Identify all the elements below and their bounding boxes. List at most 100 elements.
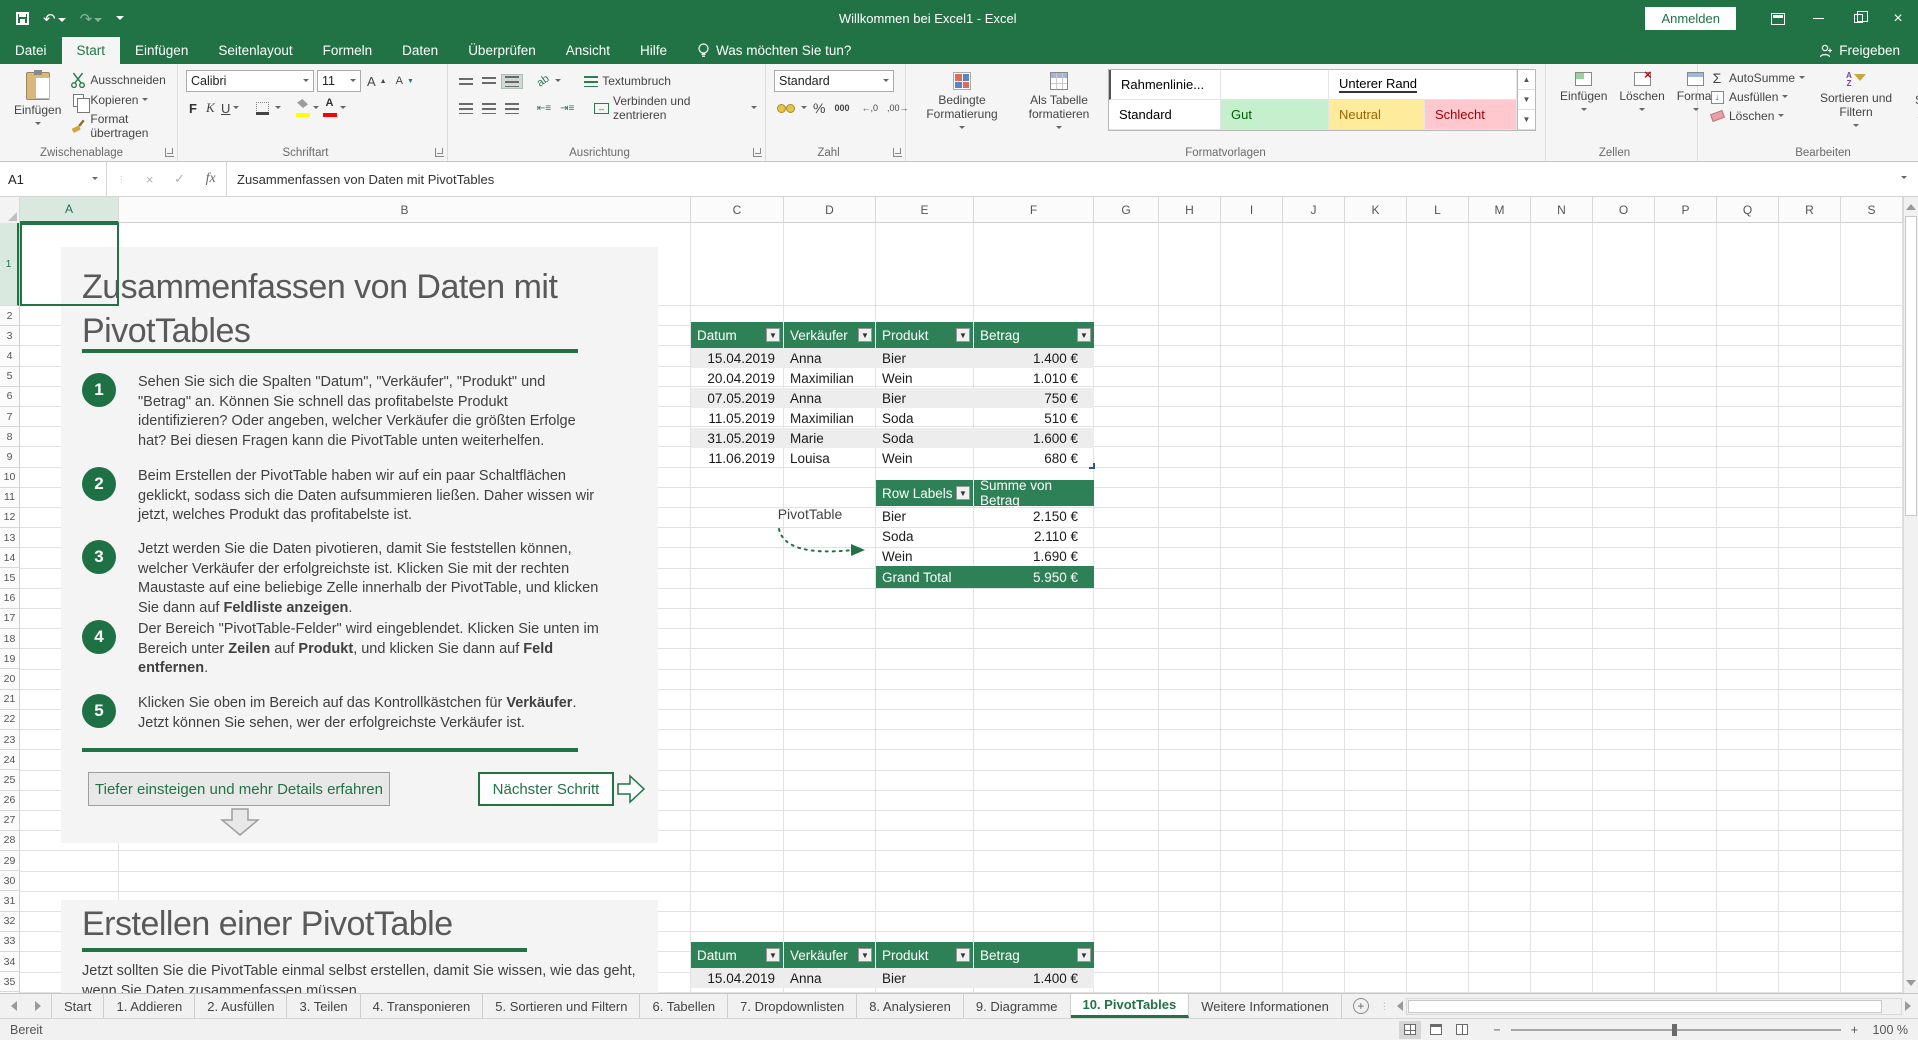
cell-style-Standard[interactable]: Standard xyxy=(1109,100,1221,130)
row-header-17[interactable]: 17 xyxy=(0,609,19,629)
row-header-26[interactable]: 26 xyxy=(0,791,19,811)
increase-font-icon[interactable]: A▲ xyxy=(364,73,390,90)
row-header-1[interactable]: 1 xyxy=(0,223,19,306)
clear-button[interactable]: Löschen xyxy=(1706,107,1808,125)
sheet-tab-6-tabellen[interactable]: 6. Tabellen xyxy=(640,994,728,1018)
column-header-S[interactable]: S xyxy=(1841,197,1903,223)
table-header-produkt[interactable]: Produkt▼ xyxy=(876,942,974,968)
column-header-A[interactable]: A xyxy=(20,197,119,223)
scroll-up-icon[interactable] xyxy=(1904,197,1918,215)
row-header-24[interactable]: 24 xyxy=(0,750,19,770)
orientation-button[interactable]: ab xyxy=(532,70,555,92)
sheet-tab-4-transponieren[interactable]: 4. Transponieren xyxy=(361,994,484,1018)
clipboard-dialog-launcher[interactable] xyxy=(165,148,174,157)
sheet-tab-9-diagramme[interactable]: 9. Diagramme xyxy=(964,994,1071,1018)
row-header-27[interactable]: 27 xyxy=(0,811,19,831)
row-header-23[interactable]: 23 xyxy=(0,730,19,750)
gallery-scroll-down-icon[interactable]: ▼ xyxy=(1518,90,1535,110)
table-header-betrag[interactable]: Betrag▼ xyxy=(974,942,1094,968)
table-row[interactable]: 20.04.2019MaximilianWein1.010 € xyxy=(691,988,1094,993)
insert-function-icon[interactable]: fx xyxy=(206,171,216,187)
table-row[interactable]: 11.06.2019LouisaWein680 € xyxy=(691,448,1094,468)
scroll-down-icon[interactable] xyxy=(1904,975,1918,993)
hscroll-right-icon[interactable] xyxy=(1905,1001,1916,1011)
menu-tab-überprüfen[interactable]: Überprüfen xyxy=(453,37,551,64)
merge-center-button[interactable]: ↔ Verbinden und zentrieren xyxy=(591,93,748,123)
find-select-button[interactable]: Suchen und Auswählen xyxy=(1904,69,1918,143)
row-header-9[interactable]: 9 xyxy=(0,447,19,467)
orientation-caret[interactable] xyxy=(555,79,561,85)
undo-icon[interactable]: ↶ xyxy=(43,10,66,28)
sort-filter-button[interactable]: AZ Sortieren und Filtern xyxy=(1810,69,1902,143)
align-bottom-button[interactable] xyxy=(502,75,522,88)
sheet-nav-left-icon[interactable] xyxy=(0,994,26,1018)
filter-dropdown-icon[interactable]: ▼ xyxy=(956,948,970,962)
cell-style-Unterer Rand[interactable]: Unterer Rand xyxy=(1329,70,1517,100)
align-right-button[interactable] xyxy=(502,102,522,115)
paste-button[interactable]: Einfügen xyxy=(8,69,67,141)
table-row[interactable]: Soda2.110 € xyxy=(876,526,1094,546)
increase-decimal-button[interactable]: ←,0 xyxy=(858,102,881,114)
row-header-33[interactable]: 33 xyxy=(0,932,19,952)
confirm-entry-icon[interactable]: ✓ xyxy=(174,171,185,187)
format-painter-button[interactable]: Format übertragen xyxy=(67,111,169,141)
cut-button[interactable]: Ausschneiden xyxy=(67,71,169,89)
formula-bar-expand-icon[interactable] xyxy=(1890,162,1918,196)
column-header-J[interactable]: J xyxy=(1283,197,1345,223)
new-sheet-button[interactable]: + xyxy=(1342,994,1380,1018)
zoom-level[interactable]: 100 % xyxy=(1872,1023,1918,1037)
vertical-scroll-thumb[interactable] xyxy=(1905,216,1917,516)
italic-button[interactable]: K xyxy=(203,99,215,117)
font-color-caret[interactable] xyxy=(340,106,346,112)
row-header-32[interactable]: 32 xyxy=(0,912,19,932)
thousands-button[interactable]: 000 xyxy=(831,102,852,114)
column-header-F[interactable]: F xyxy=(974,197,1094,223)
page-layout-view-button[interactable] xyxy=(1425,1021,1447,1039)
filter-dropdown-icon[interactable]: ▼ xyxy=(766,948,780,962)
row-header-28[interactable]: 28 xyxy=(0,831,19,851)
row-header-14[interactable]: 14 xyxy=(0,548,19,568)
table-header-datum[interactable]: Datum▼ xyxy=(691,942,784,968)
sheet-nav-right-icon[interactable] xyxy=(26,994,52,1018)
table-row[interactable]: 15.04.2019AnnaBier1.400 € xyxy=(691,348,1094,368)
zoom-slider-thumb[interactable] xyxy=(1672,1024,1677,1036)
cell-style-blank[interactable] xyxy=(1221,70,1329,100)
fill-color-caret[interactable] xyxy=(313,106,319,112)
row-header-16[interactable]: 16 xyxy=(0,589,19,609)
decrease-indent-button[interactable]: ⇤≡ xyxy=(534,102,554,115)
sales-table-2[interactable]: Datum▼Verkäufer▼Produkt▼Betrag▼15.04.201… xyxy=(691,942,1094,993)
table-header-summe-von-betrag[interactable]: Summe von Betrag xyxy=(974,480,1094,506)
gallery-scroll-up-icon[interactable]: ▲ xyxy=(1518,70,1535,90)
table-row[interactable]: 31.05.2019MarieSoda1.600 € xyxy=(691,428,1094,448)
table-header-betrag[interactable]: Betrag▼ xyxy=(974,322,1094,348)
row-header-34[interactable]: 34 xyxy=(0,952,19,972)
save-icon[interactable] xyxy=(16,12,29,25)
wrap-text-button[interactable]: Textumbruch xyxy=(581,73,674,89)
sheet-tab-7-dropdownlisten[interactable]: 7. Dropdownlisten xyxy=(728,994,857,1018)
borders-caret[interactable] xyxy=(275,106,281,112)
table-header-verkäufer[interactable]: Verkäufer▼ xyxy=(784,322,876,348)
cancel-entry-icon[interactable]: × xyxy=(146,172,154,187)
namebox-splitter-icon[interactable]: ⋮ xyxy=(117,175,125,184)
table-row[interactable]: 20.04.2019MaximilianWein1.010 € xyxy=(691,368,1094,388)
normal-view-button[interactable] xyxy=(1399,1021,1421,1039)
ribbon-display-options-icon[interactable] xyxy=(1758,4,1798,34)
menu-tab-seitenlayout[interactable]: Seitenlayout xyxy=(203,37,307,64)
row-header-29[interactable]: 29 xyxy=(0,851,19,871)
menu-tab-daten[interactable]: Daten xyxy=(387,37,453,64)
menu-tab-einfügen[interactable]: Einfügen xyxy=(120,37,203,64)
table-header-row-labels[interactable]: Row Labels▼ xyxy=(876,480,974,506)
zoom-out-icon[interactable]: − xyxy=(1493,1023,1500,1037)
menu-tab-start[interactable]: Start xyxy=(62,37,121,64)
sheet-tab-8-analysieren[interactable]: 8. Analysieren xyxy=(857,994,964,1018)
column-header-C[interactable]: C xyxy=(691,197,784,223)
currency-button[interactable] xyxy=(774,103,798,114)
sheet-grid[interactable]: Zusammenfassen von Daten mit PivotTables… xyxy=(20,223,1903,993)
tab-splitter[interactable]: ⋮ xyxy=(1380,994,1390,1018)
tell-me-box[interactable]: Was möchten Sie tun? xyxy=(682,37,866,64)
format-as-table-button[interactable]: Als Tabelle formatieren xyxy=(1014,69,1104,143)
column-header-E[interactable]: E xyxy=(876,197,974,223)
sheet-tab-2-ausf-llen[interactable]: 2. Ausfüllen xyxy=(195,994,287,1018)
column-header-M[interactable]: M xyxy=(1469,197,1531,223)
cell-style-Rahmenlinie...[interactable]: Rahmenlinie... xyxy=(1109,70,1221,100)
